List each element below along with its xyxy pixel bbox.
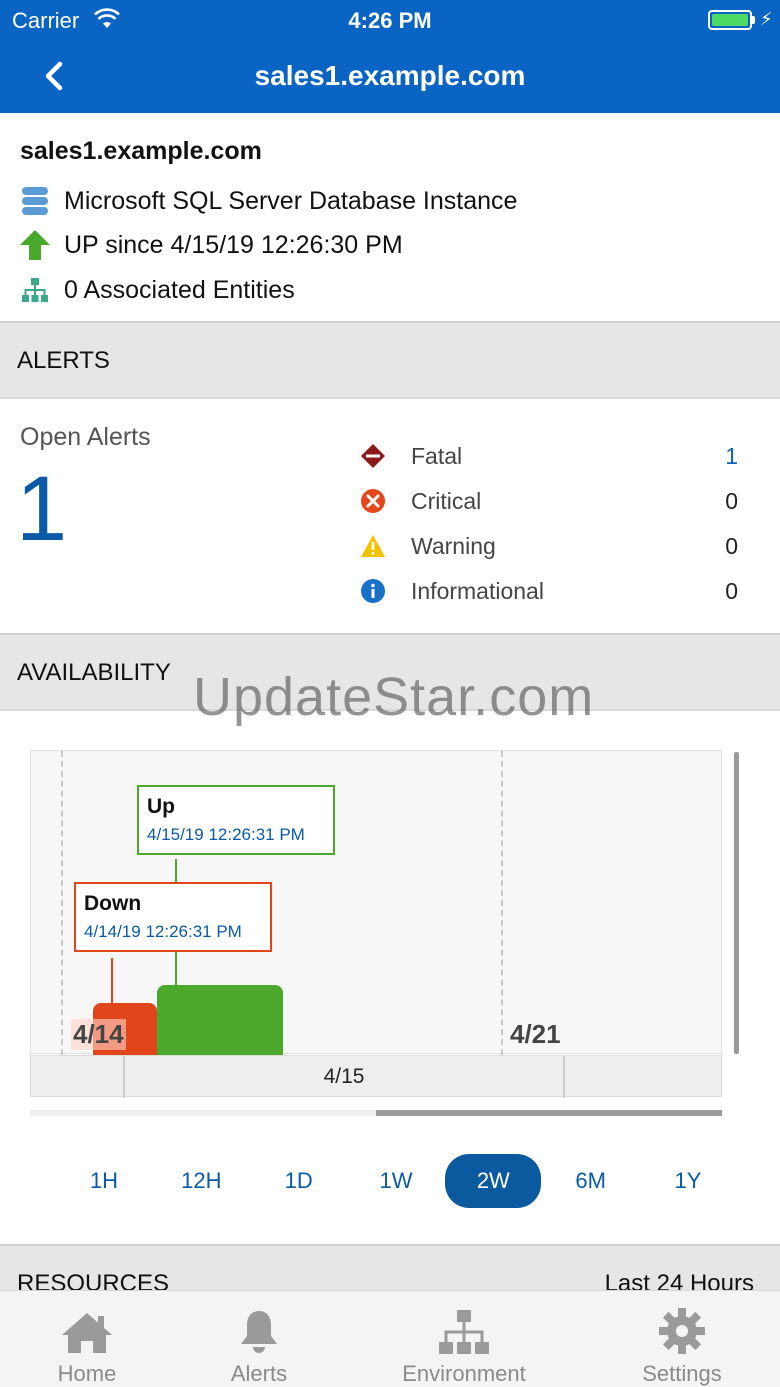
scrollbar-thumb[interactable]: [376, 1110, 722, 1116]
alert-label: Critical: [411, 487, 482, 514]
down-connector: [111, 958, 113, 1004]
alert-label: Fatal: [411, 442, 463, 469]
alert-row-critical[interactable]: Critical 0: [358, 484, 738, 518]
time-range-selector: 1H 12H 1D 1W 2W 6M 1Y: [56, 1154, 736, 1208]
alerts-panel: Open Alerts 1 Fatal 1 Critical 0 Warning…: [0, 399, 780, 633]
alert-row-fatal[interactable]: Fatal 1: [358, 439, 738, 473]
alert-value: 0: [725, 577, 738, 604]
range-6m[interactable]: 6M: [543, 1154, 639, 1208]
open-alerts-count[interactable]: 1: [16, 457, 67, 562]
alerts-section-header: ALERTS: [0, 321, 780, 399]
chart-vertical-scrollbar[interactable]: [734, 752, 739, 1054]
alert-label: Warning: [411, 532, 496, 559]
range-1d[interactable]: 1D: [251, 1154, 347, 1208]
availability-header-label: AVAILABILITY: [17, 659, 171, 686]
open-alerts-label: Open Alerts: [20, 423, 151, 451]
tooltip-time: 4/15/19 12:26:31 PM: [147, 825, 305, 844]
tab-alerts[interactable]: Alerts: [214, 1291, 304, 1387]
tab-environment[interactable]: Environment: [394, 1291, 534, 1387]
tooltip-time: 4/14/19 12:26:31 PM: [84, 922, 242, 941]
entity-summary: sales1.example.com Microsoft SQL Server …: [0, 113, 780, 321]
availability-panel: 4/14 4/21 Up 4/15/19 12:26:31 PM Down 4/…: [0, 712, 780, 1244]
gridline-right: [501, 751, 503, 1055]
battery-tip: [752, 16, 755, 24]
nav-bar: sales1.example.com: [0, 40, 780, 113]
hierarchy-icon: [437, 1303, 491, 1355]
alert-value: 0: [725, 532, 738, 559]
chart-horizontal-scrollbar[interactable]: [30, 1110, 722, 1116]
tab-label: Home: [57, 1361, 117, 1386]
home-icon: [60, 1303, 114, 1355]
alert-value[interactable]: 1: [708, 443, 738, 470]
range-2w[interactable]: 2W: [445, 1154, 542, 1208]
tab-label: Environment: [402, 1361, 526, 1386]
entity-type-row: Microsoft SQL Server Database Instance: [18, 184, 517, 218]
down-tooltip: Down 4/14/19 12:26:31 PM: [74, 882, 272, 952]
resources-section-header: RESOURCES Last 24 Hours: [0, 1244, 780, 1290]
chart-time-axis: 4/15: [30, 1055, 722, 1098]
fatal-diamond-icon: [358, 441, 388, 471]
entity-status-row: UP since 4/15/19 12:26:30 PM: [18, 228, 403, 262]
database-icon: [18, 184, 52, 218]
info-icon: [358, 576, 388, 606]
critical-x-icon: [358, 486, 388, 516]
tab-settings[interactable]: Settings: [632, 1291, 732, 1387]
date-label-left: 4/14: [71, 1019, 126, 1050]
alert-row-informational[interactable]: Informational 0: [358, 574, 738, 608]
tab-home[interactable]: Home: [42, 1291, 132, 1387]
battery-icon: [708, 10, 752, 30]
axis-label: 4/15: [323, 1065, 365, 1088]
entity-name: sales1.example.com: [20, 137, 262, 165]
bell-icon: [237, 1303, 281, 1355]
availability-chart[interactable]: 4/14 4/21 Up 4/15/19 12:26:31 PM Down 4/…: [30, 750, 722, 1055]
charging-icon: ⚡: [760, 9, 773, 29]
associated-row[interactable]: 0 Associated Entities: [18, 273, 295, 307]
up-tooltip: Up 4/15/19 12:26:31 PM: [137, 785, 335, 855]
alert-label: Informational: [411, 577, 544, 604]
range-12h[interactable]: 12H: [153, 1154, 249, 1208]
hierarchy-icon: [18, 273, 52, 307]
date-label-right: 4/21: [510, 1019, 561, 1049]
tab-label: Alerts: [230, 1361, 288, 1386]
resources-header-label: RESOURCES: [17, 1270, 170, 1290]
tooltip-state: Up: [147, 795, 175, 818]
up-bar[interactable]: [157, 985, 283, 1055]
tooltip-state: Down: [84, 892, 142, 915]
tab-label: Settings: [642, 1361, 722, 1386]
alert-row-warning[interactable]: Warning 0: [358, 529, 738, 563]
gridline-left: [61, 751, 63, 1055]
range-1y[interactable]: 1Y: [640, 1154, 736, 1208]
alerts-header-label: ALERTS: [17, 347, 110, 374]
up-arrow-icon: [18, 228, 52, 262]
gear-icon: [658, 1303, 706, 1355]
associated-entities: 0 Associated Entities: [64, 275, 295, 304]
clock: 4:26 PM: [348, 8, 432, 33]
status-bar: Carrier 4:26 PM ⚡: [0, 0, 780, 40]
entity-type: Microsoft SQL Server Database Instance: [64, 186, 518, 215]
alert-value: 0: [725, 487, 738, 514]
tab-bar: Home Alerts Environment Settings: [0, 1290, 780, 1387]
page-title: sales1.example.com: [254, 60, 526, 91]
resources-period[interactable]: Last 24 Hours: [605, 1270, 754, 1290]
availability-section-header: AVAILABILITY: [0, 633, 780, 711]
warning-triangle-icon: [358, 531, 388, 561]
range-1h[interactable]: 1H: [56, 1154, 152, 1208]
entity-status: UP since 4/15/19 12:26:30 PM: [64, 230, 403, 259]
range-1w[interactable]: 1W: [348, 1154, 444, 1208]
